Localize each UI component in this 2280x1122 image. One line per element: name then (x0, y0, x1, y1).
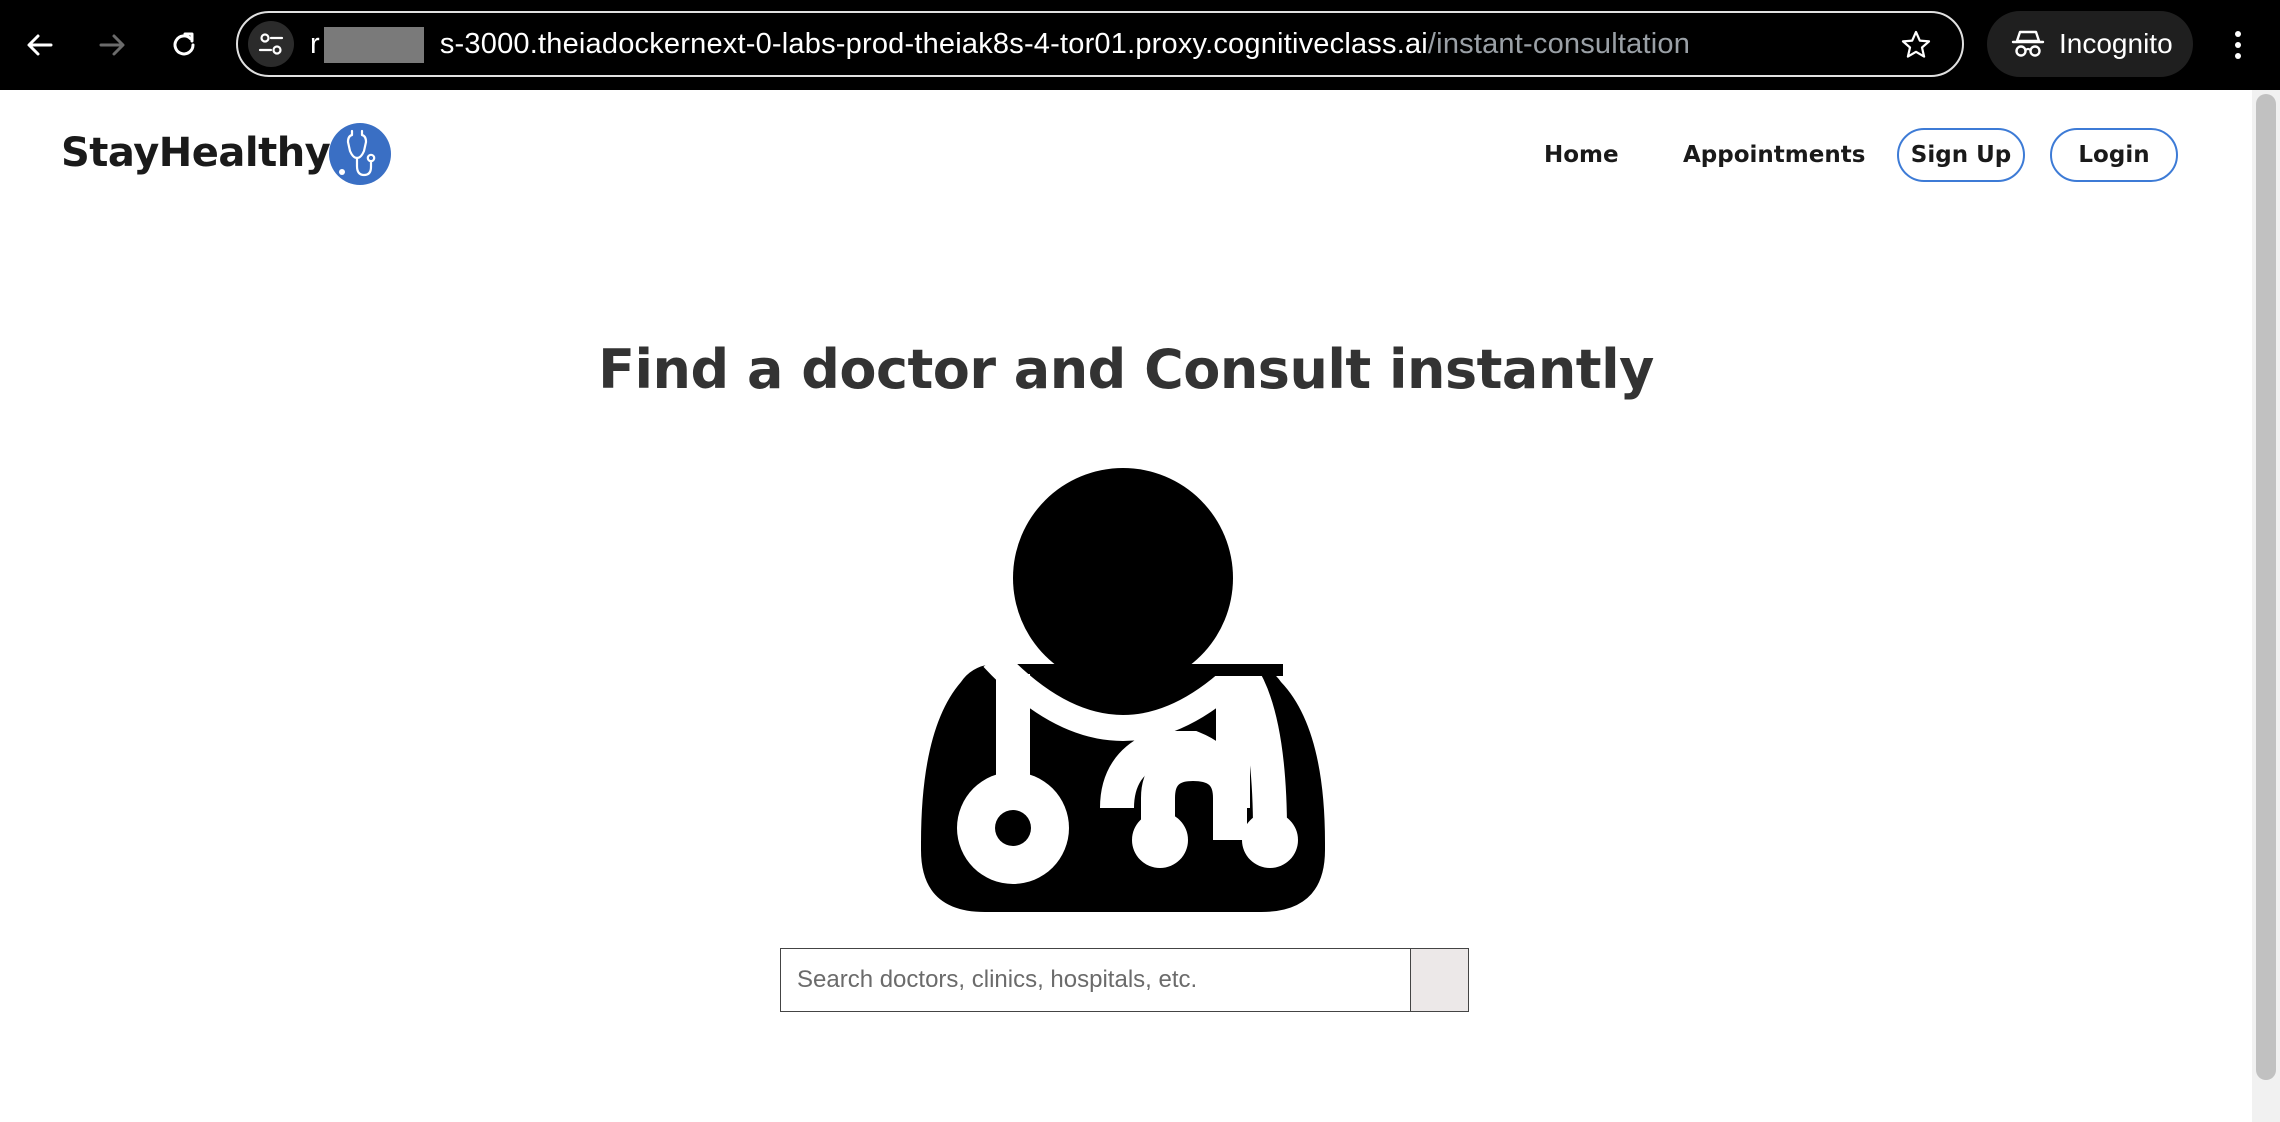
search-input[interactable] (780, 948, 1411, 1012)
stethoscope-icon[interactable] (329, 123, 391, 185)
page-title: Find a doctor and Consult instantly (598, 338, 1654, 401)
login-button[interactable]: Login (2050, 128, 2178, 182)
url-prefix: r (310, 28, 320, 60)
url-redaction (324, 27, 424, 63)
forward-arrow-icon (99, 34, 125, 56)
kebab-menu-icon (2235, 31, 2241, 59)
logo-text[interactable]: StayHealthy (61, 130, 331, 176)
bookmark-button[interactable] (1896, 25, 1936, 65)
nav-appointments-link[interactable]: Appointments (1683, 142, 1865, 168)
site-info-button[interactable] (248, 21, 294, 67)
incognito-label: Incognito (2059, 28, 2173, 59)
url-text: r s-3000.theiadockernext-0-labs-prod-thei… (310, 13, 1690, 75)
url-host: s-3000.theiadockernext-0-labs-prod-theia… (439, 28, 1428, 60)
browser-menu-button[interactable] (2218, 22, 2258, 68)
browser-toolbar: r s-3000.theiadockernext-0-labs-prod-thei… (0, 0, 2280, 90)
scrollbar-thumb[interactable] (2256, 94, 2276, 1080)
url-path: /instant-consultation (1427, 28, 1691, 60)
nav-home-link[interactable]: Home (1544, 142, 1619, 168)
incognito-icon (2011, 30, 2045, 57)
star-icon (1901, 30, 1931, 58)
search-button[interactable] (1410, 948, 1469, 1012)
address-bar[interactable]: r s-3000.theiadockernext-0-labs-prod-thei… (236, 11, 1964, 77)
incognito-indicator[interactable]: Incognito (1987, 11, 2193, 77)
reload-button[interactable] (161, 22, 207, 68)
back-button[interactable] (17, 22, 63, 68)
reload-icon (173, 32, 195, 56)
page-content: StayHealthy Home Appointments Sign Up Lo… (0, 90, 2252, 1122)
signup-button[interactable]: Sign Up (1897, 128, 2025, 182)
tune-icon (258, 33, 284, 55)
page-scrollbar[interactable] (2252, 90, 2280, 1122)
back-arrow-icon (27, 34, 53, 56)
forward-button[interactable] (89, 22, 135, 68)
search-bar (780, 948, 1469, 1012)
doctor-icon (921, 468, 1325, 912)
